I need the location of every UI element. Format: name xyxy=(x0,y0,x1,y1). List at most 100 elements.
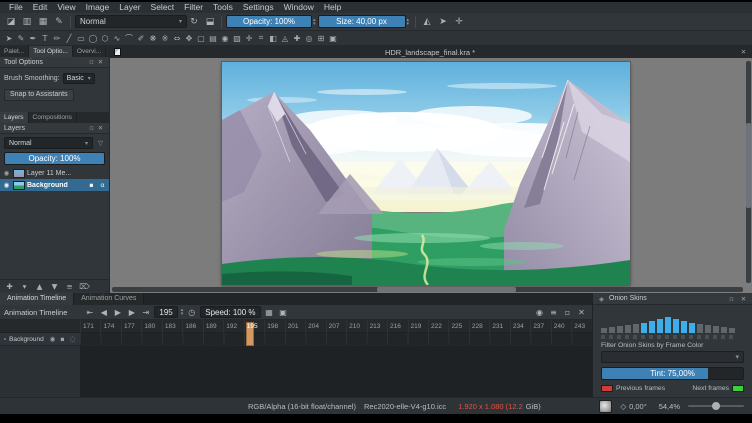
close-docker-icon[interactable]: ✕ xyxy=(575,306,588,319)
menu-item-window[interactable]: Window xyxy=(279,2,319,13)
brush-size-slider[interactable]: Size: 40,00 px xyxy=(318,15,406,28)
vertical-scrollbar-thumb[interactable] xyxy=(746,123,751,207)
canvas-rotation-icon[interactable]: ◇ xyxy=(620,402,626,411)
float-docker-icon[interactable]: ▫ xyxy=(727,295,736,303)
onion-frame-toggle[interactable] xyxy=(633,335,637,339)
onion-opacity-bar[interactable] xyxy=(673,319,679,333)
zoom-slider-handle[interactable] xyxy=(712,402,720,410)
frame-spinbuttons[interactable]: ▴ ▾ xyxy=(181,308,184,316)
text-tool-icon[interactable]: T xyxy=(39,32,51,45)
onion-frame-toggle[interactable] xyxy=(617,335,621,339)
layer-properties-button[interactable]: ≡ xyxy=(63,280,76,292)
add-layer-dropdown[interactable]: ▾ xyxy=(18,280,31,292)
freehand-brush-tool-icon[interactable]: ✏ xyxy=(51,32,63,45)
onion-frame-toggle[interactable] xyxy=(697,335,701,339)
frame-189[interactable]: 189 xyxy=(203,320,223,333)
onion-frame-toggle[interactable] xyxy=(705,335,709,339)
last-frame-button[interactable]: ⇥ xyxy=(139,306,152,319)
assistants-tool-icon[interactable]: ✛ xyxy=(243,32,255,45)
pattern-tool-icon[interactable]: ▨ xyxy=(231,32,243,45)
frame-228[interactable]: 228 xyxy=(469,320,489,333)
onion-frame-toggle[interactable] xyxy=(665,335,669,339)
drop-frames-icon[interactable]: ▦ xyxy=(263,306,276,319)
brush-preset-thumbnail[interactable] xyxy=(599,400,612,413)
spin-down-icon[interactable]: ▾ xyxy=(181,312,184,316)
enclose-fill-tool-icon[interactable]: ◬ xyxy=(279,32,291,45)
wrap-around-icon[interactable]: ✛ xyxy=(452,15,466,29)
move-layer-down-button[interactable]: ▼ xyxy=(48,280,61,292)
frame-240[interactable]: 240 xyxy=(551,320,571,333)
play-button[interactable]: ▶ xyxy=(111,306,124,319)
layer-visible-eye-icon[interactable]: ◉ xyxy=(2,181,11,189)
onion-opacity-bar[interactable] xyxy=(705,325,711,333)
crop-tool-icon[interactable]: ▢ xyxy=(195,32,207,45)
freehand-path-tool-icon[interactable]: ✐ xyxy=(135,32,147,45)
reference-images-tool-icon[interactable]: ▣ xyxy=(327,32,339,45)
snap-to-assistants-button[interactable]: Snap to Assistants xyxy=(4,89,74,101)
save-preset-icon[interactable]: ⬓ xyxy=(203,15,217,29)
gradient-chooser-icon[interactable]: ▥ xyxy=(20,15,34,29)
layer-row-2[interactable]: ◉ Background ▪ α xyxy=(0,179,109,191)
tab-overview[interactable]: Overvi... xyxy=(73,46,106,57)
first-frame-button[interactable]: ⇤ xyxy=(83,306,96,319)
menu-item-settings[interactable]: Settings xyxy=(238,2,279,13)
opacity-slider[interactable]: Opacity: 100% xyxy=(226,15,312,28)
onion-frame-toggle[interactable] xyxy=(729,335,733,339)
brush-preset-icon[interactable]: ◪ xyxy=(4,15,18,29)
menu-item-image[interactable]: Image xyxy=(81,2,115,13)
tab-animation-curves[interactable]: Animation Curves xyxy=(74,293,144,305)
frame-grid[interactable] xyxy=(80,333,592,346)
zoom-slider[interactable] xyxy=(688,405,744,407)
vertical-scrollbar[interactable] xyxy=(746,61,751,283)
float-docker-icon[interactable]: ▫ xyxy=(87,124,96,132)
onion-opacity-bar[interactable] xyxy=(689,323,695,333)
reload-preset-icon[interactable]: ↻ xyxy=(187,15,201,29)
frame-219[interactable]: 219 xyxy=(408,320,428,333)
frame-180[interactable]: 180 xyxy=(141,320,161,333)
frame-225[interactable]: 225 xyxy=(448,320,468,333)
onion-opacity-bar[interactable] xyxy=(713,326,719,333)
onion-opacity-bar[interactable] xyxy=(681,321,687,333)
menu-item-file[interactable]: File xyxy=(4,2,28,13)
frame-ruler[interactable]: 1711741771801831861891921951982012042072… xyxy=(0,320,592,333)
close-document-icon[interactable]: ✕ xyxy=(739,48,748,56)
select-shapes-tool-icon[interactable]: ➤ xyxy=(3,32,15,45)
horizontal-scrollbar[interactable] xyxy=(112,287,743,292)
rectangle-tool-icon[interactable]: ▭ xyxy=(75,32,87,45)
menu-item-filter[interactable]: Filter xyxy=(179,2,208,13)
previous-frames-color-swatch[interactable] xyxy=(601,385,613,392)
previous-frame-button[interactable]: ◀ xyxy=(97,306,110,319)
auto-key-icon[interactable]: ◉ xyxy=(533,306,546,319)
float-docker-icon[interactable]: ▫ xyxy=(561,306,574,319)
menu-item-select[interactable]: Select xyxy=(146,2,180,13)
tab-compositions[interactable]: Compositions xyxy=(29,112,77,123)
export-animation-icon[interactable]: ▣ xyxy=(277,306,290,319)
size-spinbuttons[interactable]: ▴ ▾ xyxy=(407,18,410,26)
menu-item-tools[interactable]: Tools xyxy=(208,2,238,13)
onion-frame-toggle[interactable] xyxy=(609,335,613,339)
move-tool-icon[interactable]: ✥ xyxy=(183,32,195,45)
polygon-tool-icon[interactable]: ⬡ xyxy=(99,32,111,45)
opacity-spinbuttons[interactable]: ▴ ▾ xyxy=(313,18,316,26)
close-docker-icon[interactable]: ✕ xyxy=(96,124,105,132)
frame-210[interactable]: 210 xyxy=(346,320,366,333)
brush-smoothing-combobox[interactable]: Basic ▾ xyxy=(63,73,95,84)
smart-patch-tool-icon[interactable]: ✚ xyxy=(291,32,303,45)
onion-opacity-bar[interactable] xyxy=(617,326,623,333)
onion-frame-toggle[interactable] xyxy=(713,335,717,339)
layer-visible-icon[interactable]: ◉ xyxy=(48,335,57,343)
menu-item-help[interactable]: Help xyxy=(319,2,346,13)
frame-243[interactable]: 243 xyxy=(571,320,591,333)
tint-slider[interactable]: Tint: 75,00% xyxy=(601,367,744,380)
move-layer-up-button[interactable]: ▲ xyxy=(33,280,46,292)
measure-tool-icon[interactable]: ⌗ xyxy=(255,32,267,45)
frame-171[interactable]: 171 xyxy=(80,320,100,333)
horizontal-scrollbar-thumb[interactable] xyxy=(377,287,516,292)
calligraphy-tool-icon[interactable]: ✒ xyxy=(27,32,39,45)
close-docker-icon[interactable]: ✕ xyxy=(739,295,748,303)
frame-177[interactable]: 177 xyxy=(121,320,141,333)
edit-shapes-tool-icon[interactable]: ✎ xyxy=(15,32,27,45)
bezier-tool-icon[interactable]: ⌒ xyxy=(123,32,135,45)
multibrush-tool-icon[interactable]: ※ xyxy=(159,32,171,45)
frame-216[interactable]: 216 xyxy=(387,320,407,333)
